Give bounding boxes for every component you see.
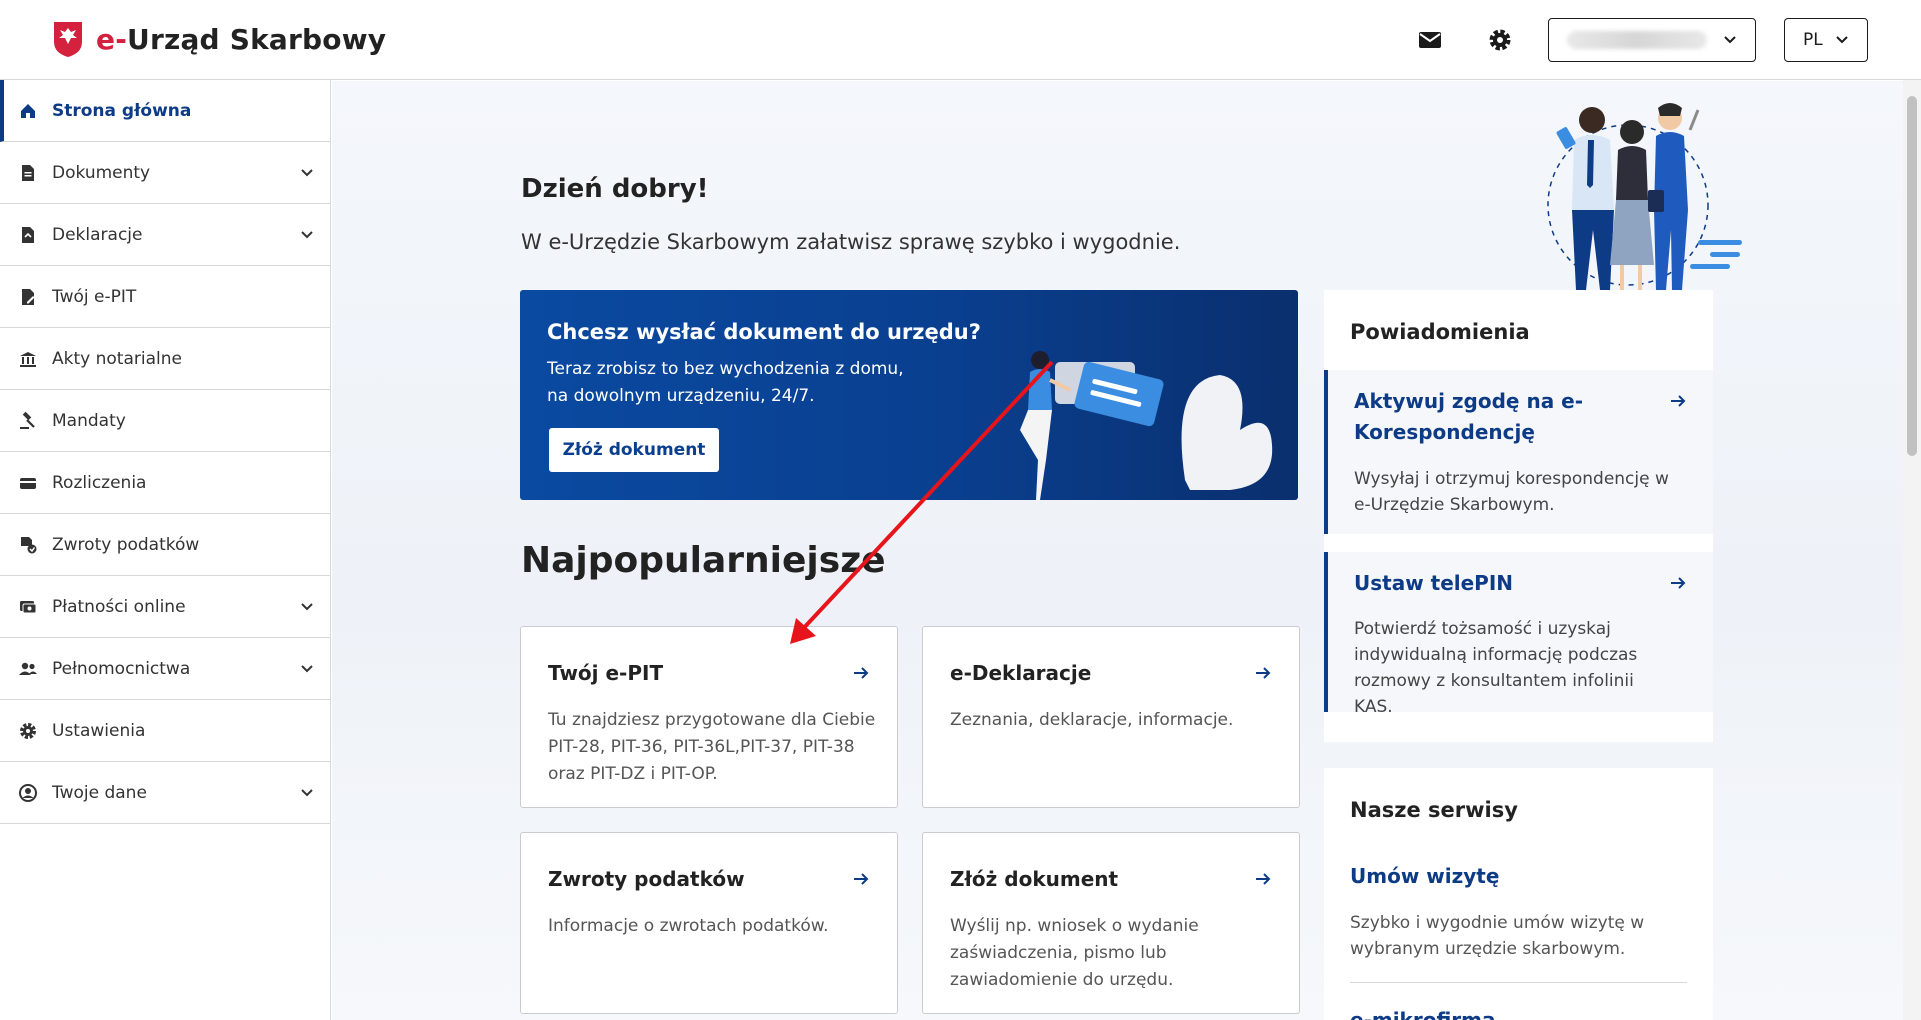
- chevron-down-icon: [301, 665, 313, 673]
- payment-icon: [20, 601, 37, 614]
- banner-title: Chcesz wysłać dokument do urzędu?: [547, 320, 981, 344]
- chevron-down-icon: [1724, 36, 1736, 44]
- notary-icon: [20, 352, 36, 367]
- greeting-subtitle: W e-Urzędzie Skarbowym załatwisz sprawę …: [521, 230, 1181, 254]
- popular-heading: Najpopularniejsze: [521, 540, 886, 581]
- epit-icon: [22, 289, 35, 305]
- banner-illustration: [1020, 351, 1273, 500]
- people-icon: [19, 662, 37, 675]
- card-zloz-dokument[interactable]: Złóż dokument Wyślij np. wniosek o wydan…: [922, 832, 1300, 1014]
- home-icon: [21, 104, 35, 118]
- greeting-title: Dzień dobry!: [521, 174, 709, 204]
- account-select[interactable]: [1548, 18, 1756, 62]
- user-circle-icon: [19, 784, 37, 802]
- language-value: PL: [1803, 30, 1823, 50]
- gear-icon[interactable]: [1486, 26, 1514, 54]
- arrow-right-icon: [1256, 667, 1271, 679]
- sidebar-item-deklaracje[interactable]: Deklaracje: [0, 204, 330, 266]
- sidebar-item-zwroty-podatkow[interactable]: Zwroty podatków: [0, 514, 330, 576]
- arrow-right-icon: [1671, 577, 1686, 589]
- sidebar-nav: Strona główna Dokumenty Deklaracje Twój …: [0, 80, 331, 1020]
- arrow-right-icon: [854, 667, 869, 679]
- arrow-right-icon: [854, 873, 869, 885]
- card-zwroty-podatkow[interactable]: Zwroty podatków Informacje o zwrotach po…: [520, 832, 898, 1014]
- gear-icon: [20, 723, 36, 739]
- language-select[interactable]: PL: [1784, 18, 1868, 62]
- services-title: Nasze serwisy: [1350, 798, 1518, 822]
- card-e-deklaracje[interactable]: e-Deklaracje Zeznania, deklaracje, infor…: [922, 626, 1300, 808]
- poland-emblem-icon: [54, 22, 82, 57]
- notifications-panel: Powiadomienia Aktywuj zgodę na e-Korespo…: [1324, 290, 1713, 742]
- divider: [1350, 982, 1687, 983]
- sidebar-item-strona-glowna[interactable]: Strona główna: [0, 80, 330, 142]
- mail-icon[interactable]: [1416, 26, 1444, 54]
- chevron-down-icon: [301, 169, 313, 177]
- chevron-down-icon: [301, 603, 313, 611]
- sidebar-item-dokumenty[interactable]: Dokumenty: [0, 142, 330, 204]
- services-panel: Nasze serwisy Umów wizytę Szybko i wygod…: [1324, 768, 1713, 1020]
- arrow-right-icon: [1256, 873, 1271, 885]
- service-link-e-mikrofirma[interactable]: e-mikrofirma: [1350, 1008, 1496, 1020]
- sidebar-item-akty-notarialne[interactable]: Akty notarialne: [0, 328, 330, 390]
- declaration-icon: [22, 227, 34, 243]
- people-illustration: [1547, 103, 1742, 290]
- document-icon: [22, 165, 34, 181]
- gavel-icon: [20, 411, 35, 429]
- promo-banner: Chcesz wysłać dokument do urzędu? Teraz …: [520, 290, 1298, 500]
- sidebar-item-ustawienia[interactable]: Ustawienia: [0, 700, 330, 762]
- sidebar-item-twoje-dane[interactable]: Twoje dane: [0, 762, 330, 824]
- sidebar-item-mandaty[interactable]: Mandaty: [0, 390, 330, 452]
- top-header: e-Urząd Skarbowy PL: [0, 0, 1921, 80]
- submit-document-button[interactable]: Złóż dokument: [549, 428, 719, 472]
- refund-icon: [21, 537, 37, 554]
- arrow-right-icon: [1671, 395, 1686, 407]
- sidebar-item-rozliczenia[interactable]: Rozliczenia: [0, 452, 330, 514]
- brand-logo[interactable]: e-Urząd Skarbowy: [52, 20, 386, 58]
- chevron-down-icon: [1836, 36, 1848, 44]
- sidebar-item-pelnomocnictwa[interactable]: Pełnomocnictwa: [0, 638, 330, 700]
- page-scrollbar[interactable]: [1903, 80, 1921, 1020]
- brand-title: e-Urząd Skarbowy: [96, 22, 387, 56]
- service-link-umow-wizyte[interactable]: Umów wizytę: [1350, 864, 1499, 888]
- service-text: Szybko i wygodnie umów wizytę w wybranym…: [1350, 913, 1645, 959]
- sidebar-item-twoj-epit[interactable]: Twój e-PIT: [0, 266, 330, 328]
- notifications-title: Powiadomienia: [1350, 320, 1530, 344]
- account-name-blurred: [1567, 31, 1707, 49]
- chevron-down-icon: [301, 789, 313, 797]
- notification-telepin[interactable]: Ustaw telePIN Potwierdź tożsamość i uzys…: [1324, 552, 1713, 717]
- wallet-icon: [20, 478, 36, 489]
- scrollbar-thumb[interactable]: [1907, 96, 1917, 456]
- notification-e-korespondencja[interactable]: Aktywuj zgodę na e-Korespondencję Wysyła…: [1324, 370, 1713, 534]
- sidebar-item-platnosci-online[interactable]: Płatności online: [0, 576, 330, 638]
- banner-text: Teraz zrobisz to bez wychodzenia z domu,…: [547, 359, 904, 406]
- chevron-down-icon: [301, 231, 313, 239]
- card-twoj-epit[interactable]: Twój e-PIT Tu znajdziesz przygotowane dl…: [520, 626, 898, 808]
